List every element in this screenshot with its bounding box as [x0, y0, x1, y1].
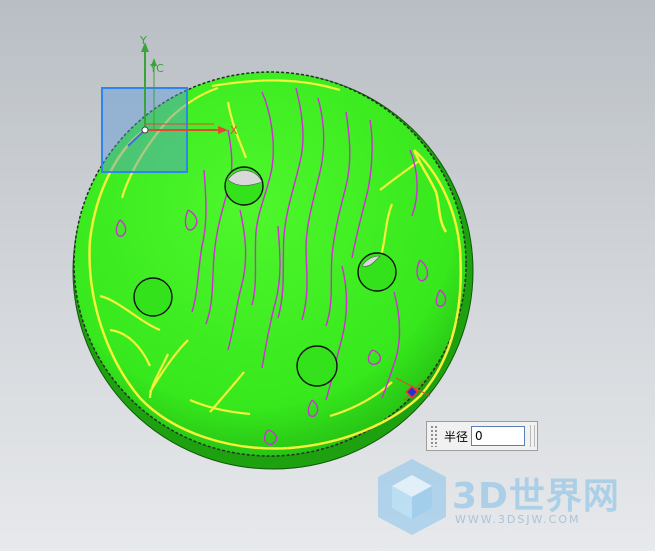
watermark-cube-logo: [378, 459, 446, 535]
radius-input[interactable]: [471, 426, 526, 446]
hole-bottom[interactable]: [296, 345, 338, 387]
dialog-edge: [530, 425, 535, 447]
drag-grip-icon[interactable]: [430, 425, 437, 447]
axis-y-label: Y: [139, 34, 147, 47]
radius-label: 半径: [444, 429, 469, 444]
axis-x-label: X: [230, 124, 238, 137]
hole-left[interactable]: [133, 277, 173, 317]
axis-yc-label: YC: [149, 62, 164, 75]
watermark-title: 3D世界网: [452, 476, 620, 517]
radius-input-dialog: 半径: [426, 421, 538, 451]
watermark: 3D世界网 WWW.3DSJW.COM: [372, 455, 642, 539]
watermark-url: WWW.3DSJW.COM: [455, 513, 581, 526]
